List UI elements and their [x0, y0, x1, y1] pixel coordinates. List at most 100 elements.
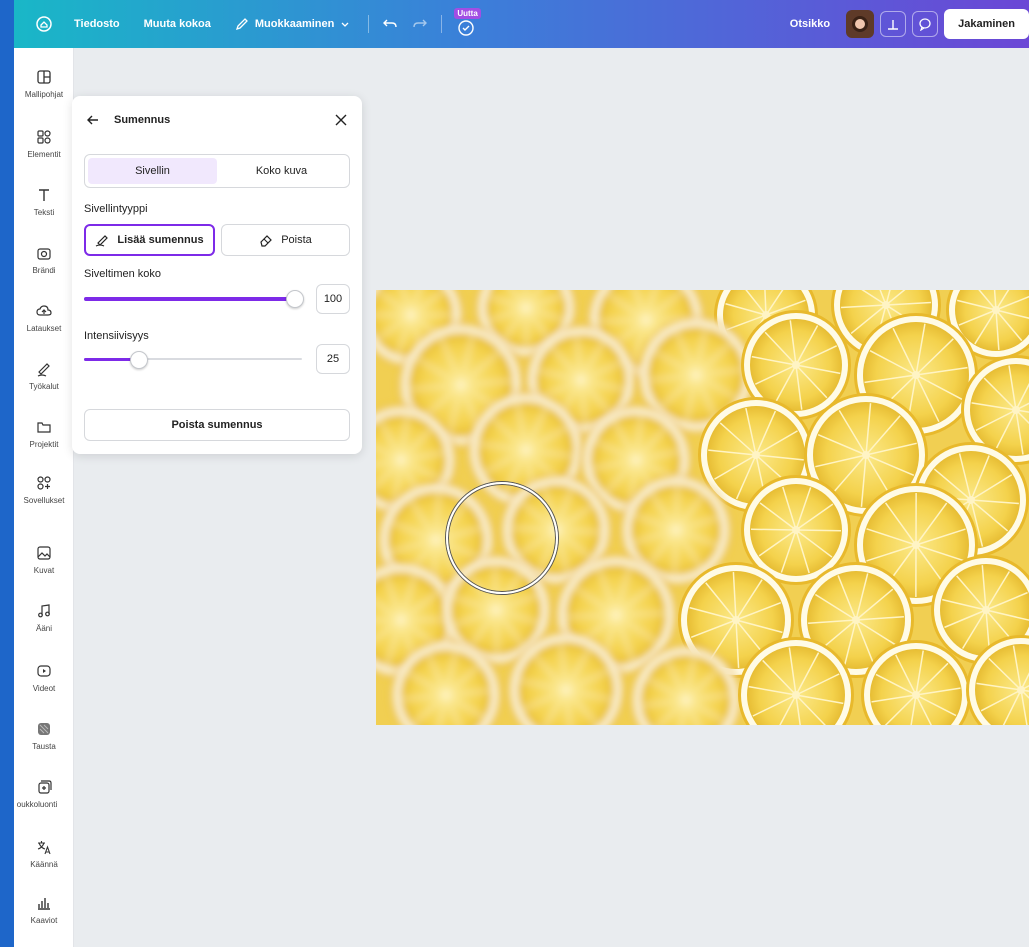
new-badge: Uutta — [454, 8, 481, 19]
remove-blur-button[interactable]: Poista sumennus — [84, 409, 350, 441]
chart-icon — [38, 898, 50, 910]
brush-size-slider[interactable] — [84, 290, 304, 308]
sidebar-item-label: Kuvat — [33, 566, 55, 575]
background-icon — [38, 723, 50, 735]
top-toolbar: Tiedosto Muuta kokoa Muokkaaminen Uutta … — [14, 0, 1029, 48]
menu-resize-label: Muuta kokoa — [143, 18, 211, 30]
sidebar-item-elements[interactable]: Elementit — [14, 128, 74, 159]
sidebar-item-label: Työkalut — [29, 382, 59, 391]
pencil-icon — [235, 18, 248, 31]
sidebar-item-tools[interactable]: Työkalut — [14, 360, 74, 391]
sidebar-item-background[interactable]: Tausta — [14, 720, 74, 751]
share-button[interactable]: Jakaminen — [944, 9, 1029, 39]
sidebar-item-photos[interactable]: Kuvat — [14, 544, 74, 575]
left-sidebar: Mallipohjat Elementit Teksti Brändi Lata… — [14, 48, 74, 947]
sidebar-item-videos[interactable]: Videot — [14, 662, 74, 693]
sidebar-item-label: Ääni — [35, 624, 52, 633]
redo-icon — [413, 19, 428, 28]
sidebar-item-label: Elementit — [27, 150, 61, 159]
sidebar-item-apps[interactable]: Sovellukset — [14, 474, 74, 505]
panel-header: Sumennus — [86, 110, 348, 130]
intensity-input[interactable]: 25 — [316, 344, 350, 374]
slider-thumb[interactable] — [286, 290, 304, 308]
redo-button[interactable] — [405, 9, 435, 39]
avatar[interactable] — [846, 10, 875, 38]
slider-thumb[interactable] — [129, 351, 148, 369]
tab-whole-image[interactable]: Koko kuva — [217, 158, 346, 184]
home-icon — [36, 16, 52, 32]
back-arrow-icon[interactable] — [86, 113, 100, 127]
elements-icon — [37, 130, 51, 144]
sidebar-item-bulk-create[interactable]: oukkoluonti — [14, 778, 74, 809]
blur-panel: Sumennus Sivellin Koko kuva Sivellintyyp… — [72, 96, 362, 454]
image-icon — [37, 546, 51, 560]
text-icon — [39, 189, 49, 201]
sidebar-item-translate[interactable]: Käännä — [14, 838, 74, 869]
sidebar-item-label: Videot — [32, 684, 56, 693]
sidebar-item-projects[interactable]: Projektit — [14, 418, 74, 449]
close-icon[interactable] — [334, 113, 348, 127]
sidebar-item-label: Mallipohjat — [24, 90, 64, 99]
upload-cloud-icon — [36, 305, 52, 316]
editor-app: Tiedosto Muuta kokoa Muokkaaminen Uutta … — [14, 0, 1029, 947]
document-title[interactable]: Otsikko — [790, 18, 830, 30]
undo-button[interactable] — [375, 9, 405, 39]
sidebar-item-label: Tausta — [32, 742, 56, 751]
sidebar-item-label: Brändi — [32, 266, 56, 275]
menu-file[interactable]: Tiedosto — [62, 8, 132, 40]
add-blur-label: Lisää sumennus — [117, 234, 204, 246]
intensity-label: Intensiivisyys — [84, 330, 149, 342]
brush-icon — [96, 235, 109, 247]
brush-type-row: Lisää sumennus Poista — [84, 224, 350, 256]
analytics-button[interactable] — [880, 11, 907, 37]
brush-size-label: Siveltimen koko — [84, 268, 162, 280]
music-icon — [38, 604, 50, 618]
divider — [368, 15, 370, 33]
sidebar-item-label: Projektit — [29, 440, 59, 449]
sidebar-item-brand[interactable]: Brändi — [14, 244, 74, 275]
brush-type-label: Sivellintyyppi — [84, 203, 148, 215]
menu-file-label: Tiedosto — [74, 18, 120, 30]
comment-button[interactable] — [912, 11, 939, 37]
sidebar-item-uploads[interactable]: Lataukset — [14, 302, 74, 333]
brush-size-slider-row: 100 — [84, 284, 350, 314]
video-icon — [37, 665, 51, 677]
menu-resize[interactable]: Muuta kokoa — [132, 8, 223, 40]
bulk-create-icon — [38, 780, 52, 794]
sidebar-item-label: Teksti — [33, 208, 55, 217]
sidebar-item-label: Kaaviot — [30, 916, 58, 925]
analytics-icon — [888, 20, 899, 30]
save-status-button[interactable]: Uutta — [448, 6, 484, 42]
blur-mode-toggle: Sivellin Koko kuva — [84, 154, 350, 188]
slider-fill — [84, 297, 302, 301]
tab-brush[interactable]: Sivellin — [88, 158, 217, 184]
sidebar-item-text[interactable]: Teksti — [14, 186, 74, 217]
intensity-slider-row: 25 — [84, 344, 350, 374]
sidebar-item-templates[interactable]: Mallipohjat — [14, 68, 74, 99]
brand-icon — [37, 248, 51, 260]
sidebar-item-charts[interactable]: Kaaviot — [14, 894, 74, 925]
sidebar-item-label: Lataukset — [26, 324, 62, 333]
erase-label: Poista — [281, 234, 312, 246]
add-blur-button[interactable]: Lisää sumennus — [84, 224, 215, 256]
sidebar-item-label: Käännä — [30, 860, 58, 869]
eraser-icon — [260, 235, 273, 247]
cloud-check-icon — [458, 20, 475, 36]
sidebar-item-label: Sovellukset — [23, 496, 65, 505]
folder-icon — [37, 422, 51, 433]
apps-icon — [37, 476, 51, 490]
sidebar-item-label: oukkoluonti — [16, 800, 58, 809]
menu-editing[interactable]: Muokkaaminen — [223, 8, 362, 40]
brush-size-input[interactable]: 100 — [316, 284, 350, 314]
translate-icon — [37, 841, 51, 855]
template-icon — [37, 70, 51, 84]
draw-icon — [37, 363, 50, 377]
chevron-down-icon — [341, 22, 349, 27]
home-button[interactable] — [26, 6, 62, 42]
undo-icon — [383, 19, 398, 28]
menu-editing-label: Muokkaaminen — [254, 18, 335, 30]
sidebar-item-audio[interactable]: Ääni — [14, 602, 74, 633]
intensity-slider[interactable] — [84, 351, 302, 369]
erase-button[interactable]: Poista — [221, 224, 350, 256]
panel-title: Sumennus — [114, 114, 171, 126]
